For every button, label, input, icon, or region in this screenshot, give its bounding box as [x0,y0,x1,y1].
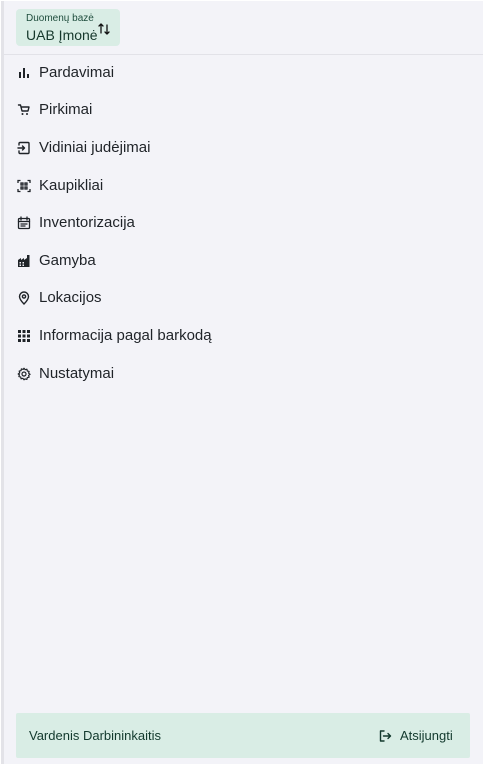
sidebar-item-label: Gamyba [39,251,96,269]
sidebar-menu: Pardavimai Pirkimai Vidiniai judėjimai K… [4,54,483,392]
sidebar-item-label: Inventorizacija [39,214,135,232]
sidebar-item-vidiniai-judejimai[interactable]: Vidiniai judėjimai [4,129,483,167]
sidebar-item-label: Kaupikliai [39,176,104,194]
user-name: Vardenis Darbininkaitis [29,728,161,743]
sidebar-item-informacija-pagal-barkoda[interactable]: Informacija pagal barkodą [4,317,483,355]
shopping-cart-icon [17,103,31,117]
sidebar-item-label: Nustatymai [39,364,115,382]
sidebar-item-label: Informacija pagal barkodą [39,326,212,344]
sidebar-item-nustatymai[interactable]: Nustatymai [4,355,483,393]
factory-icon [17,254,31,268]
calendar-icon [17,216,31,230]
sidebar-item-label: Lokacijos [39,289,102,307]
sidebar-item-lokacijos[interactable]: Lokacijos [4,280,483,318]
sidebar-item-pirkimai[interactable]: Pirkimai [4,92,483,130]
gear-icon [17,367,31,381]
sidebar-item-label: Vidiniai judėjimai [39,138,151,156]
location-pin-icon [17,291,31,306]
logout-icon [379,730,392,742]
logout-label: Atsijungti [400,728,453,743]
sidebar-item-gamyba[interactable]: Gamyba [4,242,483,280]
sidebar-item-kaupikliai[interactable]: Kaupikliai [4,167,483,205]
logout-button[interactable]: Atsijungti [378,727,453,745]
swap-vertical-icon [98,23,110,35]
sidebar-item-inventorizacija[interactable]: Inventorizacija [4,204,483,242]
sidebar-item-label: Pardavimai [39,63,115,81]
database-switcher[interactable]: Duomenų bazė UAB Įmonė [16,9,120,46]
sidebar-item-pardavimai[interactable]: Pardavimai [4,54,483,92]
collector-icon [17,179,31,193]
user-bar: Vardenis Darbininkaitis Atsijungti [16,713,470,758]
internal-transfer-icon [17,141,31,155]
sidebar-item-label: Pirkimai [39,101,93,119]
bar-chart-icon [17,66,31,80]
app-shell: Duomenų bazė UAB Įmonė Pardavimai Pirkim… [1,1,483,764]
grid-dots-icon [17,329,31,343]
